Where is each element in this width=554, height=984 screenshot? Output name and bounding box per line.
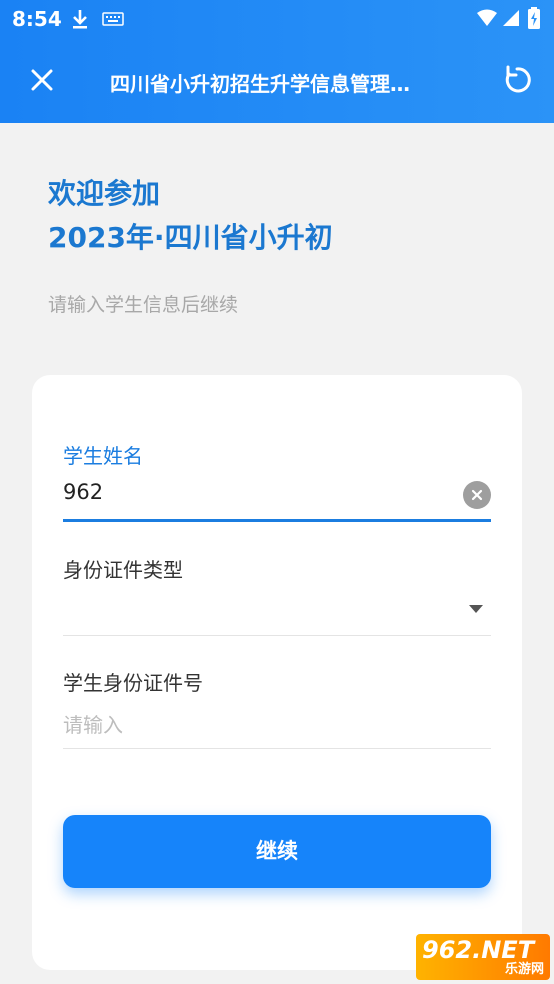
welcome-line2: 2023年·四川省小升初 bbox=[48, 221, 333, 254]
battery-icon bbox=[528, 7, 540, 29]
clear-icon[interactable] bbox=[463, 481, 491, 509]
download-icon bbox=[73, 10, 87, 29]
student-name-input[interactable]: 962 bbox=[63, 480, 103, 504]
signal-icon bbox=[503, 10, 519, 26]
app-bar: 8:54 四川省小升初招生升学信息管理… bbox=[0, 0, 554, 123]
id-type-label: 身份证件类型 bbox=[63, 558, 183, 582]
id-number-field[interactable]: 学生身份证件号 请输入 bbox=[63, 667, 491, 749]
id-number-input[interactable]: 请输入 bbox=[63, 709, 123, 738]
page-title: 四川省小升初招生升学信息管理… bbox=[110, 72, 410, 96]
student-name-label: 学生姓名 bbox=[63, 444, 143, 468]
wifi-icon bbox=[477, 9, 497, 26]
status-bar: 8:54 bbox=[0, 0, 554, 40]
form-card: 学生姓名 962 身份证件类型 学生身份证件号 请输入 继续 bbox=[32, 375, 522, 970]
id-type-field[interactable]: 身份证件类型 bbox=[63, 554, 491, 636]
continue-button[interactable]: 继续 bbox=[63, 815, 491, 888]
id-type-underline bbox=[63, 635, 491, 636]
close-icon[interactable] bbox=[24, 62, 60, 98]
welcome-heading: 欢迎参加 2023年·四川省小升初 bbox=[48, 172, 333, 260]
student-name-underline bbox=[63, 519, 491, 522]
watermark-logo: 962.NET 乐游网 bbox=[416, 934, 550, 980]
keyboard-icon bbox=[102, 12, 124, 26]
subtitle: 请输入学生信息后继续 bbox=[48, 294, 239, 316]
status-time: 8:54 bbox=[12, 7, 62, 31]
student-name-field[interactable]: 学生姓名 962 bbox=[63, 440, 491, 522]
refresh-icon[interactable] bbox=[498, 62, 534, 98]
chevron-down-icon[interactable] bbox=[469, 605, 483, 613]
watermark-sub: 乐游网 bbox=[504, 962, 544, 977]
welcome-line1: 欢迎参加 bbox=[48, 177, 161, 210]
id-number-underline bbox=[63, 748, 491, 749]
toolbar: 四川省小升初招生升学信息管理… bbox=[0, 40, 554, 123]
id-number-label: 学生身份证件号 bbox=[63, 671, 203, 695]
